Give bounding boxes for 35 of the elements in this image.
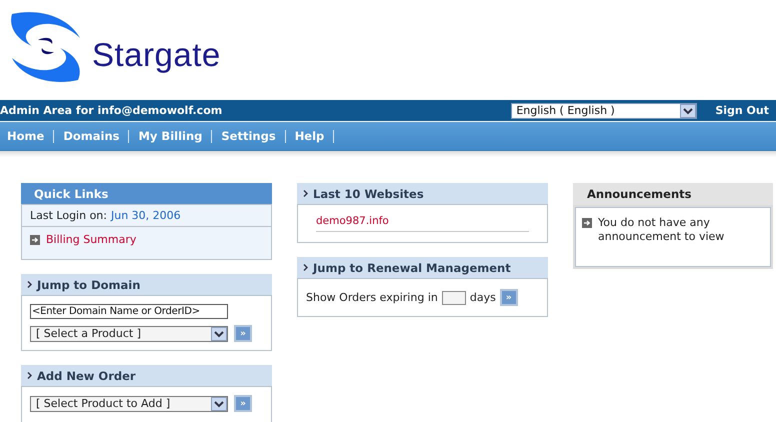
sign-out-link[interactable]: Sign Out xyxy=(715,104,769,117)
renewal-label: Show Orders expiring in xyxy=(306,291,438,304)
go-button[interactable]: » xyxy=(234,325,252,342)
nav-link[interactable]: Domains xyxy=(63,130,130,142)
panel-title: Last 10 Websites xyxy=(313,186,424,200)
chevron-icon xyxy=(27,372,32,379)
admin-area-label: Admin Area for info@demowolf.com xyxy=(0,104,224,117)
domain-input-field[interactable]: <Enter Domain Name or OrderID> xyxy=(30,304,228,319)
chevron-icon xyxy=(303,190,308,197)
logo-text: Stargate xyxy=(92,36,221,74)
nav-link[interactable]: Help xyxy=(294,130,334,142)
nav-link[interactable]: Settings xyxy=(221,130,286,142)
product-select[interactable]: [ Select Product to Add ] xyxy=(30,396,228,412)
product-select[interactable]: [ Select a Product ] xyxy=(30,326,228,342)
panel-title: Announcements xyxy=(587,187,692,201)
go-button[interactable]: » xyxy=(234,395,252,412)
language-select[interactable]: English ( English ) xyxy=(511,102,698,118)
last-login-label: Last Login on: xyxy=(30,209,107,222)
last-login-date: Jun 30, 2006 xyxy=(111,209,181,222)
panel-title: Add New Order xyxy=(37,368,136,382)
panel-title: Jump to Renewal Management xyxy=(313,260,511,274)
days-input-field[interactable] xyxy=(442,290,466,304)
panel-title: Quick Links xyxy=(34,186,108,200)
nav-link[interactable]: My Billing xyxy=(138,130,212,142)
announcement-text: You do not have any announcement to view xyxy=(598,216,726,244)
go-button[interactable]: » xyxy=(500,289,518,306)
website-link[interactable]: demo987.info xyxy=(316,215,529,232)
days-label: days xyxy=(470,291,496,304)
panel-title: Jump to Domain xyxy=(37,278,140,292)
billing-summary-link[interactable]: Billing Summary xyxy=(46,233,136,246)
chevron-icon xyxy=(303,264,308,271)
nav-link[interactable]: Home xyxy=(7,130,54,142)
arrow-icon xyxy=(30,234,40,244)
chevron-icon xyxy=(27,281,32,288)
arrow-icon xyxy=(582,218,592,228)
